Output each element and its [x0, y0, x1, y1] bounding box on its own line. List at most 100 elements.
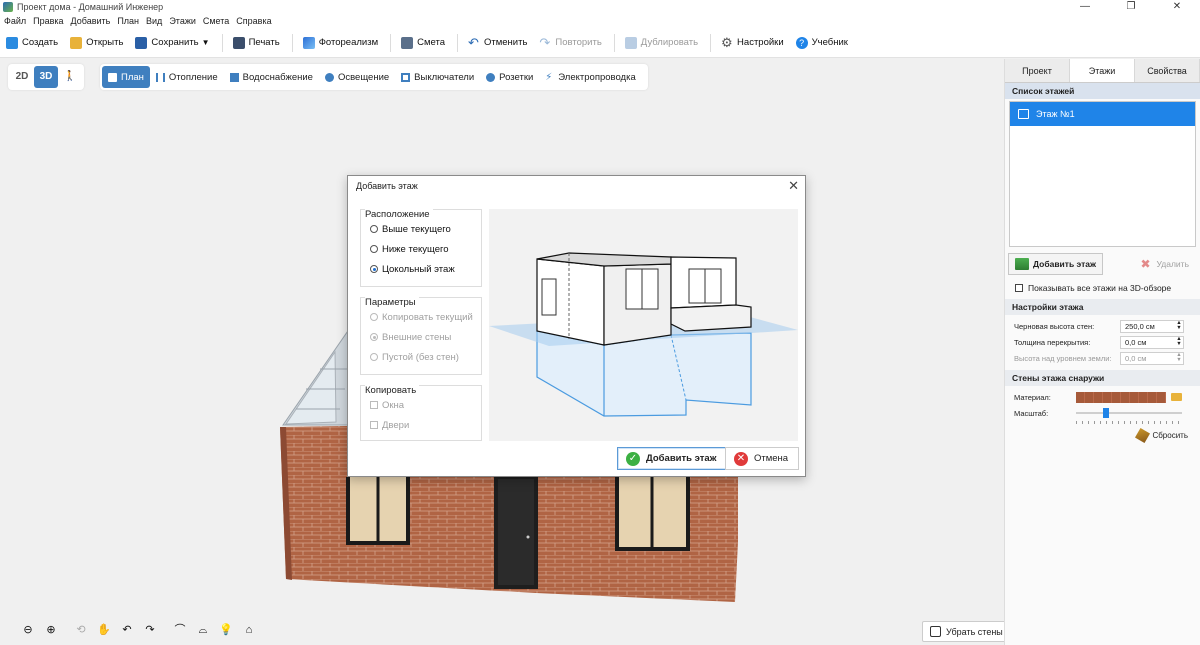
close-icon[interactable]: ✕: [788, 178, 799, 194]
reset-button[interactable]: Сбросить: [1005, 424, 1200, 444]
plan-icon: [108, 72, 117, 82]
radio-button-selected[interactable]: [370, 333, 378, 341]
tab-switches-label: Выключатели: [414, 71, 475, 83]
option-below-current[interactable]: Ниже текущего: [361, 239, 481, 259]
menu-estimate[interactable]: Смета: [203, 16, 229, 26]
toolbar-divider: [390, 33, 392, 52]
folder-icon[interactable]: [1171, 393, 1182, 401]
remove-walls-button[interactable]: Убрать стены: [922, 621, 1011, 642]
confirm-add-floor-button[interactable]: ✓ Добавить этаж: [617, 447, 728, 470]
mode-3d-button[interactable]: 3D: [34, 66, 58, 88]
tutorial-button[interactable]: ? Учебник: [795, 36, 848, 49]
delete-floor-button[interactable]: ✖ Удалить: [1132, 253, 1196, 275]
option-basement[interactable]: Цокольный этаж: [361, 259, 481, 279]
radio-button[interactable]: [370, 225, 378, 233]
radio-button[interactable]: [370, 313, 378, 321]
folder-icon: [70, 36, 83, 49]
light-icon[interactable]: 💡: [216, 620, 236, 640]
redo-label: Повторить: [555, 37, 602, 48]
home-icon[interactable]: ⌂: [239, 620, 259, 640]
rotate-360-icon[interactable]: ⟲: [71, 620, 91, 640]
print-button[interactable]: Печать: [232, 36, 280, 49]
photorealism-button[interactable]: Фотореализм: [302, 36, 378, 49]
spin-arrows-icon[interactable]: ▲ ▼: [1175, 336, 1183, 347]
menu-edit[interactable]: Правка: [33, 16, 63, 26]
mode-2d-button[interactable]: 2D: [10, 66, 34, 88]
option-copy-current[interactable]: Копировать текущий: [361, 307, 481, 327]
minimize-button[interactable]: —: [1062, 0, 1108, 14]
wall-height-input[interactable]: 250,0 см ▲ ▼: [1120, 319, 1184, 333]
checkbox[interactable]: [370, 401, 378, 409]
floor-item[interactable]: Этаж №1: [1010, 102, 1195, 126]
wall-height-row: Черновая высота стен: 250,0 см ▲ ▼: [1005, 318, 1200, 334]
show-all-floors-checkbox[interactable]: Показывать все этажи на 3D-обзоре: [1005, 275, 1200, 299]
tab-wiring[interactable]: ⚡ Электропроводка: [539, 66, 641, 88]
option-empty[interactable]: Пустой (без стен): [361, 347, 481, 367]
spin-arrows-icon[interactable]: ▲ ▼: [1175, 320, 1183, 331]
menu-add[interactable]: Добавить: [71, 16, 111, 26]
show-all-floors-label: Показывать все этажи на 3D-обзоре: [1028, 283, 1172, 293]
ground-height-input[interactable]: 0,0 см ▲ ▼: [1120, 351, 1184, 365]
dialog-title: Добавить этаж: [356, 181, 418, 191]
tab-switches[interactable]: Выключатели: [395, 66, 480, 88]
slab-thickness-label: Толщина перекрытия:: [1014, 337, 1091, 347]
menu-view[interactable]: Вид: [146, 16, 162, 26]
chevron-down-icon[interactable]: ▼: [202, 38, 210, 47]
open-button[interactable]: Открыть: [70, 36, 123, 49]
duplicate-button[interactable]: Дублировать: [624, 36, 698, 49]
menu-help[interactable]: Справка: [236, 16, 271, 26]
zoom-out-icon[interactable]: ⊖: [18, 620, 38, 640]
tab-water[interactable]: Водоснабжение: [224, 66, 319, 88]
view-mode-switch: 2D 3D 🚶: [8, 64, 84, 90]
tab-heating[interactable]: Отопление: [150, 66, 224, 88]
tab-sockets-label: Розетки: [499, 71, 534, 83]
option-above-current[interactable]: Выше текущего: [361, 219, 481, 239]
spin-arrows-icon[interactable]: ▲ ▼: [1175, 352, 1183, 363]
radio-button-selected[interactable]: [370, 265, 378, 273]
cancel-label: Отмена: [754, 453, 789, 464]
slab-thickness-input[interactable]: 0,0 см ▲ ▼: [1120, 335, 1184, 349]
estimate-button[interactable]: Смета: [401, 36, 445, 49]
pan-hand-icon[interactable]: ✋: [94, 620, 114, 640]
option-windows[interactable]: Окна: [361, 395, 481, 415]
option-empty-label: Пустой (без стен): [382, 351, 459, 363]
menu-floors[interactable]: Этажи: [169, 16, 196, 26]
undo-button[interactable]: ↶ Отменить: [468, 36, 527, 49]
maximize-button[interactable]: ❐: [1108, 0, 1154, 14]
option-outer-walls-label: Внешние стены: [382, 331, 452, 343]
radio-button[interactable]: [370, 353, 378, 361]
cancel-button[interactable]: ✕ Отмена: [725, 447, 800, 470]
brick-material-swatch[interactable]: [1076, 391, 1166, 403]
scale-slider[interactable]: [1076, 408, 1182, 418]
menu-file[interactable]: Файл: [4, 16, 26, 26]
zoom-in-icon[interactable]: ⊕: [41, 620, 61, 640]
slider-thumb[interactable]: [1103, 408, 1109, 418]
ground-height-label: Высота над уровнем земли:: [1014, 353, 1112, 363]
tab-sockets[interactable]: Розетки: [480, 66, 539, 88]
redo-button[interactable]: ↷ Повторить: [539, 36, 602, 49]
walk-mode-button[interactable]: 🚶: [58, 66, 82, 88]
scale-row: Масштаб:: [1005, 405, 1200, 421]
tab-properties[interactable]: Свойства: [1135, 59, 1200, 82]
save-button[interactable]: Сохранить ▼: [135, 36, 210, 49]
close-window-button[interactable]: ✕: [1154, 0, 1200, 14]
settings-button[interactable]: ⚙ Настройки: [721, 36, 784, 49]
save-label: Сохранить: [151, 37, 199, 48]
tilt-up-icon[interactable]: ⌒: [170, 620, 190, 640]
checkbox[interactable]: [1015, 284, 1023, 292]
menu-plan[interactable]: План: [117, 16, 139, 26]
tab-project[interactable]: Проект: [1005, 59, 1070, 82]
tilt-down-icon[interactable]: ⌓: [193, 620, 213, 640]
tab-lighting[interactable]: Освещение: [319, 66, 395, 88]
radio-button[interactable]: [370, 245, 378, 253]
add-floor-panel-button[interactable]: Добавить этаж: [1008, 253, 1104, 275]
turn-left-icon[interactable]: ↶: [117, 620, 137, 640]
option-outer-walls[interactable]: Внешние стены: [361, 327, 481, 347]
option-doors[interactable]: Двери: [361, 415, 481, 435]
create-button[interactable]: Создать: [6, 36, 58, 49]
tab-plan[interactable]: План: [102, 66, 150, 88]
title-bar: Проект дома - Домашний Инженер — ❐ ✕: [0, 0, 1200, 14]
tab-floors[interactable]: Этажи: [1070, 59, 1135, 82]
turn-right-icon[interactable]: ↷: [140, 620, 160, 640]
checkbox[interactable]: [370, 421, 378, 429]
